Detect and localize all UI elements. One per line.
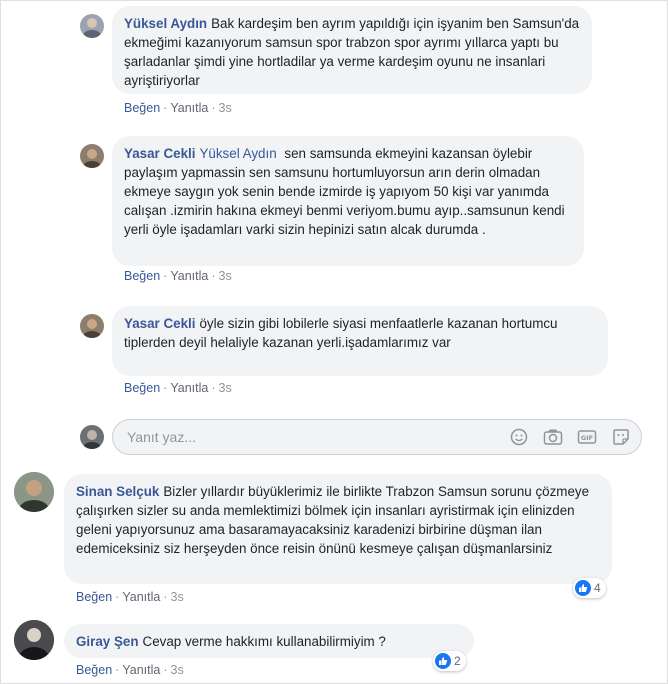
comment-bubble: Sinan Selçuk Bizler yıllardır büyüklerimi… — [64, 474, 612, 584]
reply-tools: GIF — [509, 427, 631, 447]
camera-icon[interactable] — [543, 427, 563, 447]
emoji-icon[interactable] — [509, 427, 529, 447]
timestamp[interactable]: 3s — [219, 269, 232, 283]
comment-text: Cevap verme hakkımı kullanabilirmiyim ? — [142, 634, 386, 649]
mention-link[interactable]: Yüksel Aydın — [199, 146, 280, 161]
comment-bubble: Yüksel Aydın Bak kardeşim ben ayrım yapıl… — [112, 6, 592, 94]
comment-bubble: Yasar Cekli Yüksel Aydın sen samsunda ekm… — [112, 136, 584, 266]
comment-actions: Beğen · Yanıtla · 3s — [124, 101, 232, 115]
avatar[interactable] — [80, 14, 104, 38]
avatar[interactable] — [80, 314, 104, 338]
comment-actions: Beğen · Yanıtla · 3s — [76, 590, 184, 604]
current-user-avatar — [80, 425, 104, 449]
person-avatar-icon — [14, 472, 54, 512]
gif-icon[interactable]: GIF — [577, 427, 597, 447]
like-link[interactable]: Beğen — [124, 381, 160, 395]
avatar[interactable] — [14, 472, 54, 512]
reply-link[interactable]: Yanıtla — [170, 101, 208, 115]
person-avatar-icon — [14, 620, 54, 660]
like-link[interactable]: Beğen — [76, 663, 112, 677]
reply-placeholder: Yanıt yaz... — [127, 429, 196, 445]
reply-link[interactable]: Yanıtla — [170, 381, 208, 395]
like-reaction-icon — [575, 580, 591, 596]
timestamp[interactable]: 3s — [171, 590, 184, 604]
comment-author[interactable]: Yasar Cekli — [124, 316, 195, 331]
person-avatar-icon — [83, 149, 101, 168]
comment-author[interactable]: Giray Şen — [76, 634, 139, 649]
avatar[interactable] — [14, 620, 54, 660]
like-reaction-icon — [435, 653, 451, 669]
comment-actions: Beğen · Yanıtla · 3s — [124, 381, 232, 395]
person-avatar-icon — [83, 18, 101, 38]
person-avatar-icon — [83, 430, 101, 449]
comment-author[interactable]: Yüksel Aydın — [124, 16, 207, 31]
like-link[interactable]: Beğen — [124, 101, 160, 115]
comment-bubble: Yasar Cekli öyle sizin gibi lobilerle siy… — [112, 306, 608, 376]
avatar[interactable] — [80, 144, 104, 168]
timestamp[interactable]: 3s — [171, 663, 184, 677]
like-link[interactable]: Beğen — [124, 269, 160, 283]
reaction-count[interactable]: 4 — [573, 578, 606, 598]
timestamp[interactable]: 3s — [219, 381, 232, 395]
reaction-number: 2 — [454, 654, 461, 668]
comment-author[interactable]: Sinan Selçuk — [76, 484, 159, 499]
comment-author[interactable]: Yasar Cekli — [124, 146, 195, 161]
sticker-icon[interactable] — [611, 427, 631, 447]
comment-actions: Beğen · Yanıtla · 3s — [76, 663, 184, 677]
timestamp[interactable]: 3s — [219, 101, 232, 115]
reaction-count[interactable]: 2 — [433, 651, 466, 671]
reply-link[interactable]: Yanıtla — [122, 590, 160, 604]
comment-bubble: Giray Şen Cevap verme hakkımı kullanabili… — [64, 624, 474, 658]
svg-text:GIF: GIF — [581, 434, 593, 442]
person-avatar-icon — [83, 319, 101, 338]
reply-input[interactable]: Yanıt yaz... GIF — [112, 419, 642, 455]
reply-link[interactable]: Yanıtla — [122, 663, 160, 677]
comment-actions: Beğen · Yanıtla · 3s — [124, 269, 232, 283]
reply-link[interactable]: Yanıtla — [170, 269, 208, 283]
like-link[interactable]: Beğen — [76, 590, 112, 604]
reaction-number: 4 — [594, 581, 601, 595]
